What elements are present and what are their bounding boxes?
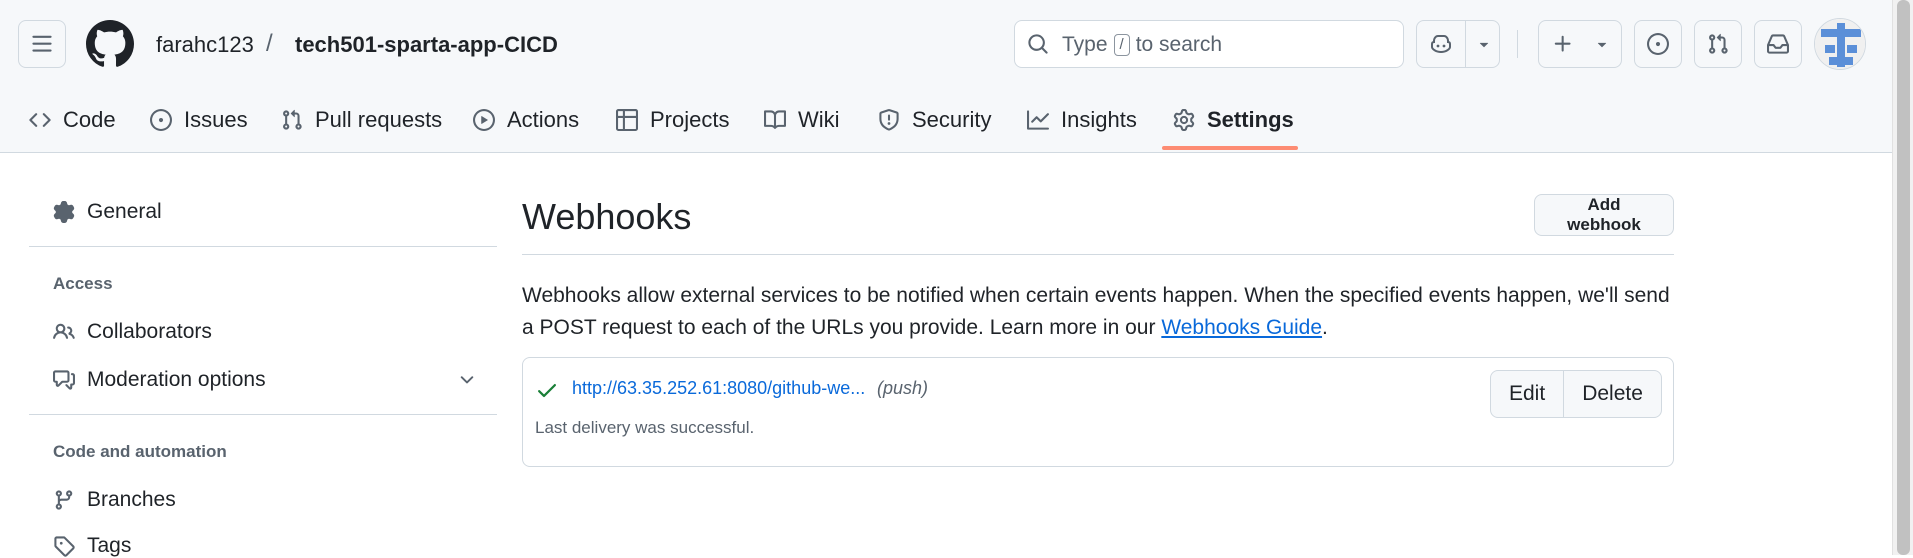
play-icon bbox=[473, 109, 495, 131]
description-period: . bbox=[1322, 316, 1328, 339]
breadcrumb-repo[interactable]: tech501-sparta-app-CICD bbox=[295, 32, 558, 58]
tab-wiki-label: Wiki bbox=[798, 107, 840, 132]
description-text: Webhooks allow external services to be n… bbox=[522, 284, 1670, 339]
active-tab-underline bbox=[1162, 146, 1298, 150]
tab-security[interactable]: Security bbox=[878, 88, 991, 152]
sidebar-item-label: Collaborators bbox=[87, 320, 212, 343]
your-pull-requests-button[interactable] bbox=[1694, 20, 1742, 68]
tag-icon bbox=[53, 535, 75, 557]
sidebar-item-branches[interactable]: Branches bbox=[53, 488, 176, 512]
tab-issues[interactable]: Issues bbox=[150, 88, 248, 152]
search-prefix: Type bbox=[1062, 33, 1108, 56]
page-title: Webhooks bbox=[522, 196, 692, 237]
code-icon bbox=[29, 109, 51, 131]
sidebar-heading-access: Access bbox=[53, 274, 113, 293]
search-input[interactable]: Type / to search bbox=[1014, 20, 1404, 68]
issue-icon bbox=[150, 109, 172, 131]
copilot-icon[interactable] bbox=[1429, 32, 1453, 56]
inbox-button[interactable] bbox=[1754, 20, 1802, 68]
sidebar-item-tags[interactable]: Tags bbox=[53, 534, 131, 558]
repo-nav: Code Issues Pull requests Actions Projec… bbox=[0, 88, 1892, 152]
pull-request-icon bbox=[1707, 33, 1729, 55]
comment-discussion-icon bbox=[53, 369, 75, 391]
issue-icon bbox=[1647, 33, 1669, 55]
graph-icon bbox=[1027, 109, 1049, 131]
webhook-url-link[interactable]: http://63.35.252.61:8080/github-we... bbox=[572, 378, 865, 399]
edit-button[interactable]: Edit bbox=[1491, 371, 1563, 417]
sidebar-divider bbox=[29, 246, 497, 247]
scrollbar-thumb[interactable] bbox=[1897, 0, 1910, 555]
app-header: farahc123 / tech501-sparta-app-CICD Type… bbox=[0, 0, 1892, 153]
tab-insights[interactable]: Insights bbox=[1027, 88, 1137, 152]
title-divider bbox=[522, 254, 1674, 255]
sidebar-heading-code-automation: Code and automation bbox=[53, 442, 227, 461]
chevron-down-icon[interactable] bbox=[1593, 35, 1611, 53]
tab-wiki[interactable]: Wiki bbox=[764, 88, 840, 152]
create-new-button-group bbox=[1538, 20, 1622, 68]
sidebar-item-label: Tags bbox=[87, 534, 132, 557]
tab-actions-label: Actions bbox=[507, 107, 580, 132]
tab-projects[interactable]: Projects bbox=[616, 88, 729, 152]
pull-request-icon bbox=[281, 109, 303, 131]
search-suffix: to search bbox=[1135, 33, 1223, 56]
webhook-events: (push) bbox=[877, 378, 929, 398]
tab-settings[interactable]: Settings bbox=[1173, 88, 1294, 152]
gear-icon bbox=[53, 201, 75, 223]
header-divider bbox=[1517, 30, 1518, 58]
add-webhook-button[interactable]: Add webhook bbox=[1534, 194, 1674, 236]
delete-button[interactable]: Delete bbox=[1563, 371, 1661, 417]
tab-insights-label: Insights bbox=[1061, 107, 1137, 132]
tab-actions[interactable]: Actions bbox=[473, 88, 579, 152]
user-avatar[interactable] bbox=[1814, 18, 1866, 70]
webhooks-description: Webhooks allow external services to be n… bbox=[522, 280, 1674, 344]
tab-settings-label: Settings bbox=[1207, 107, 1294, 132]
tab-pull-requests-label: Pull requests bbox=[315, 107, 443, 132]
book-icon bbox=[764, 109, 786, 131]
sidebar-item-label: General bbox=[87, 200, 162, 223]
git-branch-icon bbox=[53, 489, 75, 511]
breadcrumb-separator: / bbox=[266, 30, 273, 57]
tab-issues-label: Issues bbox=[184, 107, 248, 132]
tab-projects-label: Projects bbox=[650, 107, 730, 132]
github-logo-icon[interactable] bbox=[85, 20, 134, 68]
chevron-down-icon[interactable] bbox=[1475, 35, 1493, 53]
hamburger-icon bbox=[31, 33, 53, 55]
webhook-item: http://63.35.252.61:8080/github-we... (p… bbox=[522, 357, 1674, 467]
people-icon bbox=[53, 321, 75, 343]
sidebar-item-label: Branches bbox=[87, 488, 176, 511]
search-shortcut-key: / bbox=[1113, 34, 1130, 56]
tab-code-label: Code bbox=[63, 107, 116, 132]
chevron-down-icon bbox=[457, 370, 477, 390]
copilot-button-group bbox=[1416, 20, 1500, 68]
search-placeholder: Type / to search bbox=[1062, 33, 1222, 57]
gear-icon bbox=[1173, 109, 1195, 131]
plus-icon[interactable] bbox=[1552, 33, 1574, 55]
sidebar-item-moderation[interactable]: Moderation options bbox=[53, 368, 497, 392]
shield-icon bbox=[878, 109, 900, 131]
tab-security-label: Security bbox=[912, 107, 992, 132]
sidebar-item-general[interactable]: General bbox=[53, 200, 162, 224]
page-scrollbar[interactable] bbox=[1892, 0, 1913, 555]
sidebar-item-collaborators[interactable]: Collaborators bbox=[53, 320, 212, 344]
top-bar: farahc123 / tech501-sparta-app-CICD Type… bbox=[0, 0, 1892, 88]
tab-pull-requests[interactable]: Pull requests bbox=[281, 88, 442, 152]
copilot-divider bbox=[1465, 21, 1466, 67]
breadcrumb-owner[interactable]: farahc123 bbox=[156, 32, 254, 58]
your-issues-button[interactable] bbox=[1634, 20, 1682, 68]
delivery-status: Last delivery was successful. bbox=[535, 418, 755, 437]
sidebar-divider bbox=[29, 414, 497, 415]
sidebar-item-label: Moderation options bbox=[87, 368, 266, 391]
check-icon bbox=[535, 378, 559, 402]
table-icon bbox=[616, 109, 638, 131]
tab-code[interactable]: Code bbox=[29, 88, 116, 152]
webhooks-guide-link[interactable]: Webhooks Guide bbox=[1161, 316, 1322, 339]
inbox-icon bbox=[1767, 33, 1789, 55]
search-icon bbox=[1027, 33, 1049, 55]
menu-button[interactable] bbox=[18, 20, 66, 68]
webhook-actions: Edit Delete bbox=[1490, 370, 1662, 418]
